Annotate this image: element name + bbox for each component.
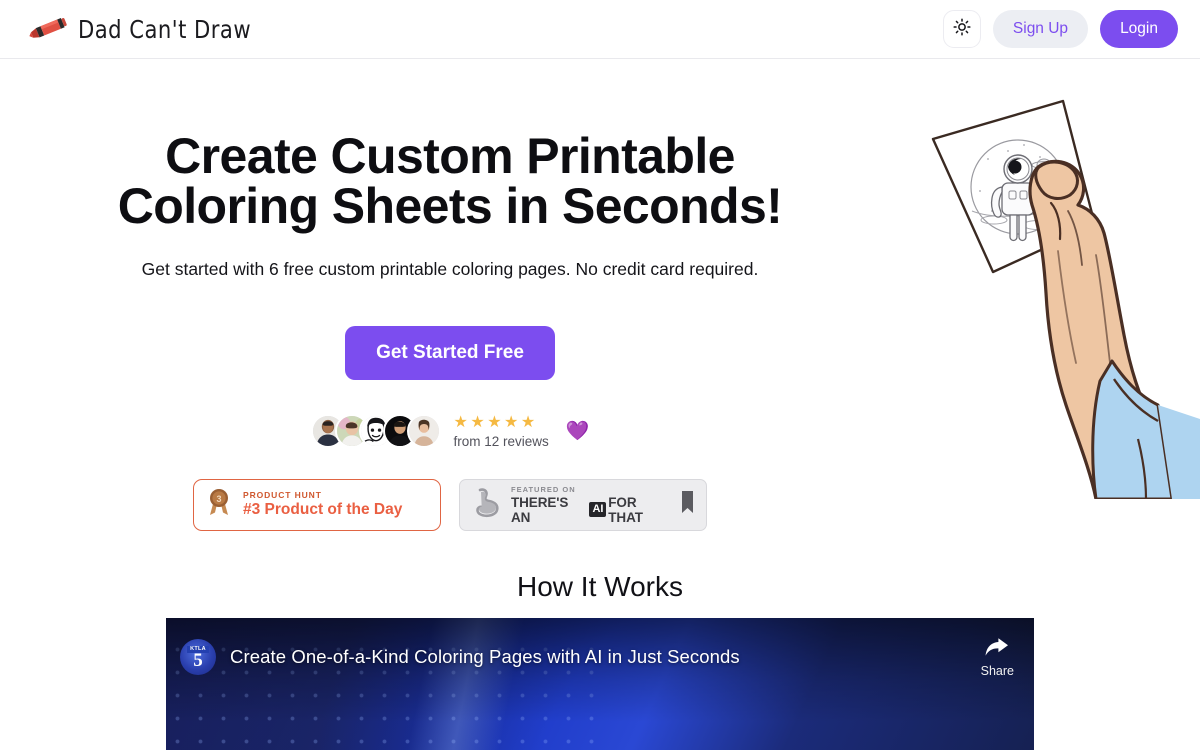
ai-chip: AI bbox=[589, 501, 607, 518]
video-top-bar: KTLA 5 Create One-of-a-Kind Coloring Pag… bbox=[166, 618, 1034, 696]
hero-copy: Create Custom Printable Coloring Sheets … bbox=[0, 59, 900, 531]
crayon-icon bbox=[26, 16, 68, 42]
award-badges: 3 PRODUCT HUNT #3 Product of the Day FEA… bbox=[0, 478, 900, 531]
youtube-video-player[interactable]: KTLA 5 Create One-of-a-Kind Coloring Pag… bbox=[166, 618, 1034, 750]
bookmark-icon bbox=[681, 490, 694, 519]
reviewer-avatars bbox=[310, 414, 441, 449]
theres-an-ai-text: FEATURED ON THERE'S AN AI FOR THAT bbox=[511, 485, 672, 525]
avatar bbox=[406, 414, 441, 449]
how-it-works-title: How It Works bbox=[517, 571, 683, 602]
flexing-arm-icon bbox=[472, 486, 502, 523]
featured-on-label: FEATURED ON bbox=[511, 484, 576, 494]
theres-an-ai-title: THERE'S AN AI FOR THAT bbox=[511, 495, 672, 525]
channel-avatar-number: 5 bbox=[193, 650, 203, 672]
video-title[interactable]: Create One-of-a-Kind Coloring Pages with… bbox=[230, 646, 967, 668]
rating-block: ★★★★★ from 12 reviews bbox=[454, 414, 549, 449]
hero-illustration bbox=[900, 79, 1200, 499]
taft-title-after: FOR THAT bbox=[608, 494, 643, 525]
star-rating-icon: ★★★★★ bbox=[453, 414, 538, 431]
svg-text:3: 3 bbox=[216, 494, 221, 504]
get-started-free-button[interactable]: Get Started Free bbox=[345, 326, 555, 380]
product-hunt-label: PRODUCT HUNT bbox=[243, 490, 322, 501]
page-title: Create Custom Printable Coloring Sheets … bbox=[117, 128, 783, 234]
hero-subheadline: Get started with 6 free custom printable… bbox=[141, 259, 759, 279]
product-hunt-title: #3 Product of the Day bbox=[243, 501, 403, 519]
product-hunt-text: PRODUCT HUNT #3 Product of the Day bbox=[243, 490, 402, 519]
hero-section: Create Custom Printable Coloring Sheets … bbox=[0, 59, 1200, 559]
site-header: Dad Can't Draw Sign Up Login bbox=[0, 0, 1200, 59]
product-hunt-badge[interactable]: 3 PRODUCT HUNT #3 Product of the Day bbox=[193, 478, 441, 531]
theme-toggle-button[interactable] bbox=[942, 10, 981, 48]
share-arrow-icon bbox=[985, 637, 1009, 662]
heart-icon: 💜 bbox=[565, 420, 590, 442]
review-count-label: from 12 reviews bbox=[453, 433, 549, 449]
channel-avatar[interactable]: KTLA 5 bbox=[180, 639, 216, 675]
cta-container: Get Started Free bbox=[0, 326, 900, 380]
sun-icon bbox=[953, 17, 971, 41]
medal-icon: 3 bbox=[206, 487, 232, 522]
share-label: Share bbox=[980, 663, 1014, 678]
video-news-anchor bbox=[594, 737, 1034, 750]
header-actions: Sign Up Login bbox=[942, 10, 1178, 48]
login-button[interactable]: Login bbox=[1100, 10, 1178, 48]
share-button[interactable]: Share bbox=[981, 637, 1014, 678]
brand-name: Dad Can't Draw bbox=[78, 14, 252, 44]
taft-title-before: THERE'S AN bbox=[511, 494, 569, 525]
brand-logo[interactable]: Dad Can't Draw bbox=[26, 15, 262, 44]
social-proof: ★★★★★ from 12 reviews 💜 bbox=[0, 414, 900, 449]
theres-an-ai-for-that-badge[interactable]: FEATURED ON THERE'S AN AI FOR THAT bbox=[459, 478, 707, 531]
sign-up-button[interactable]: Sign Up bbox=[992, 10, 1089, 48]
